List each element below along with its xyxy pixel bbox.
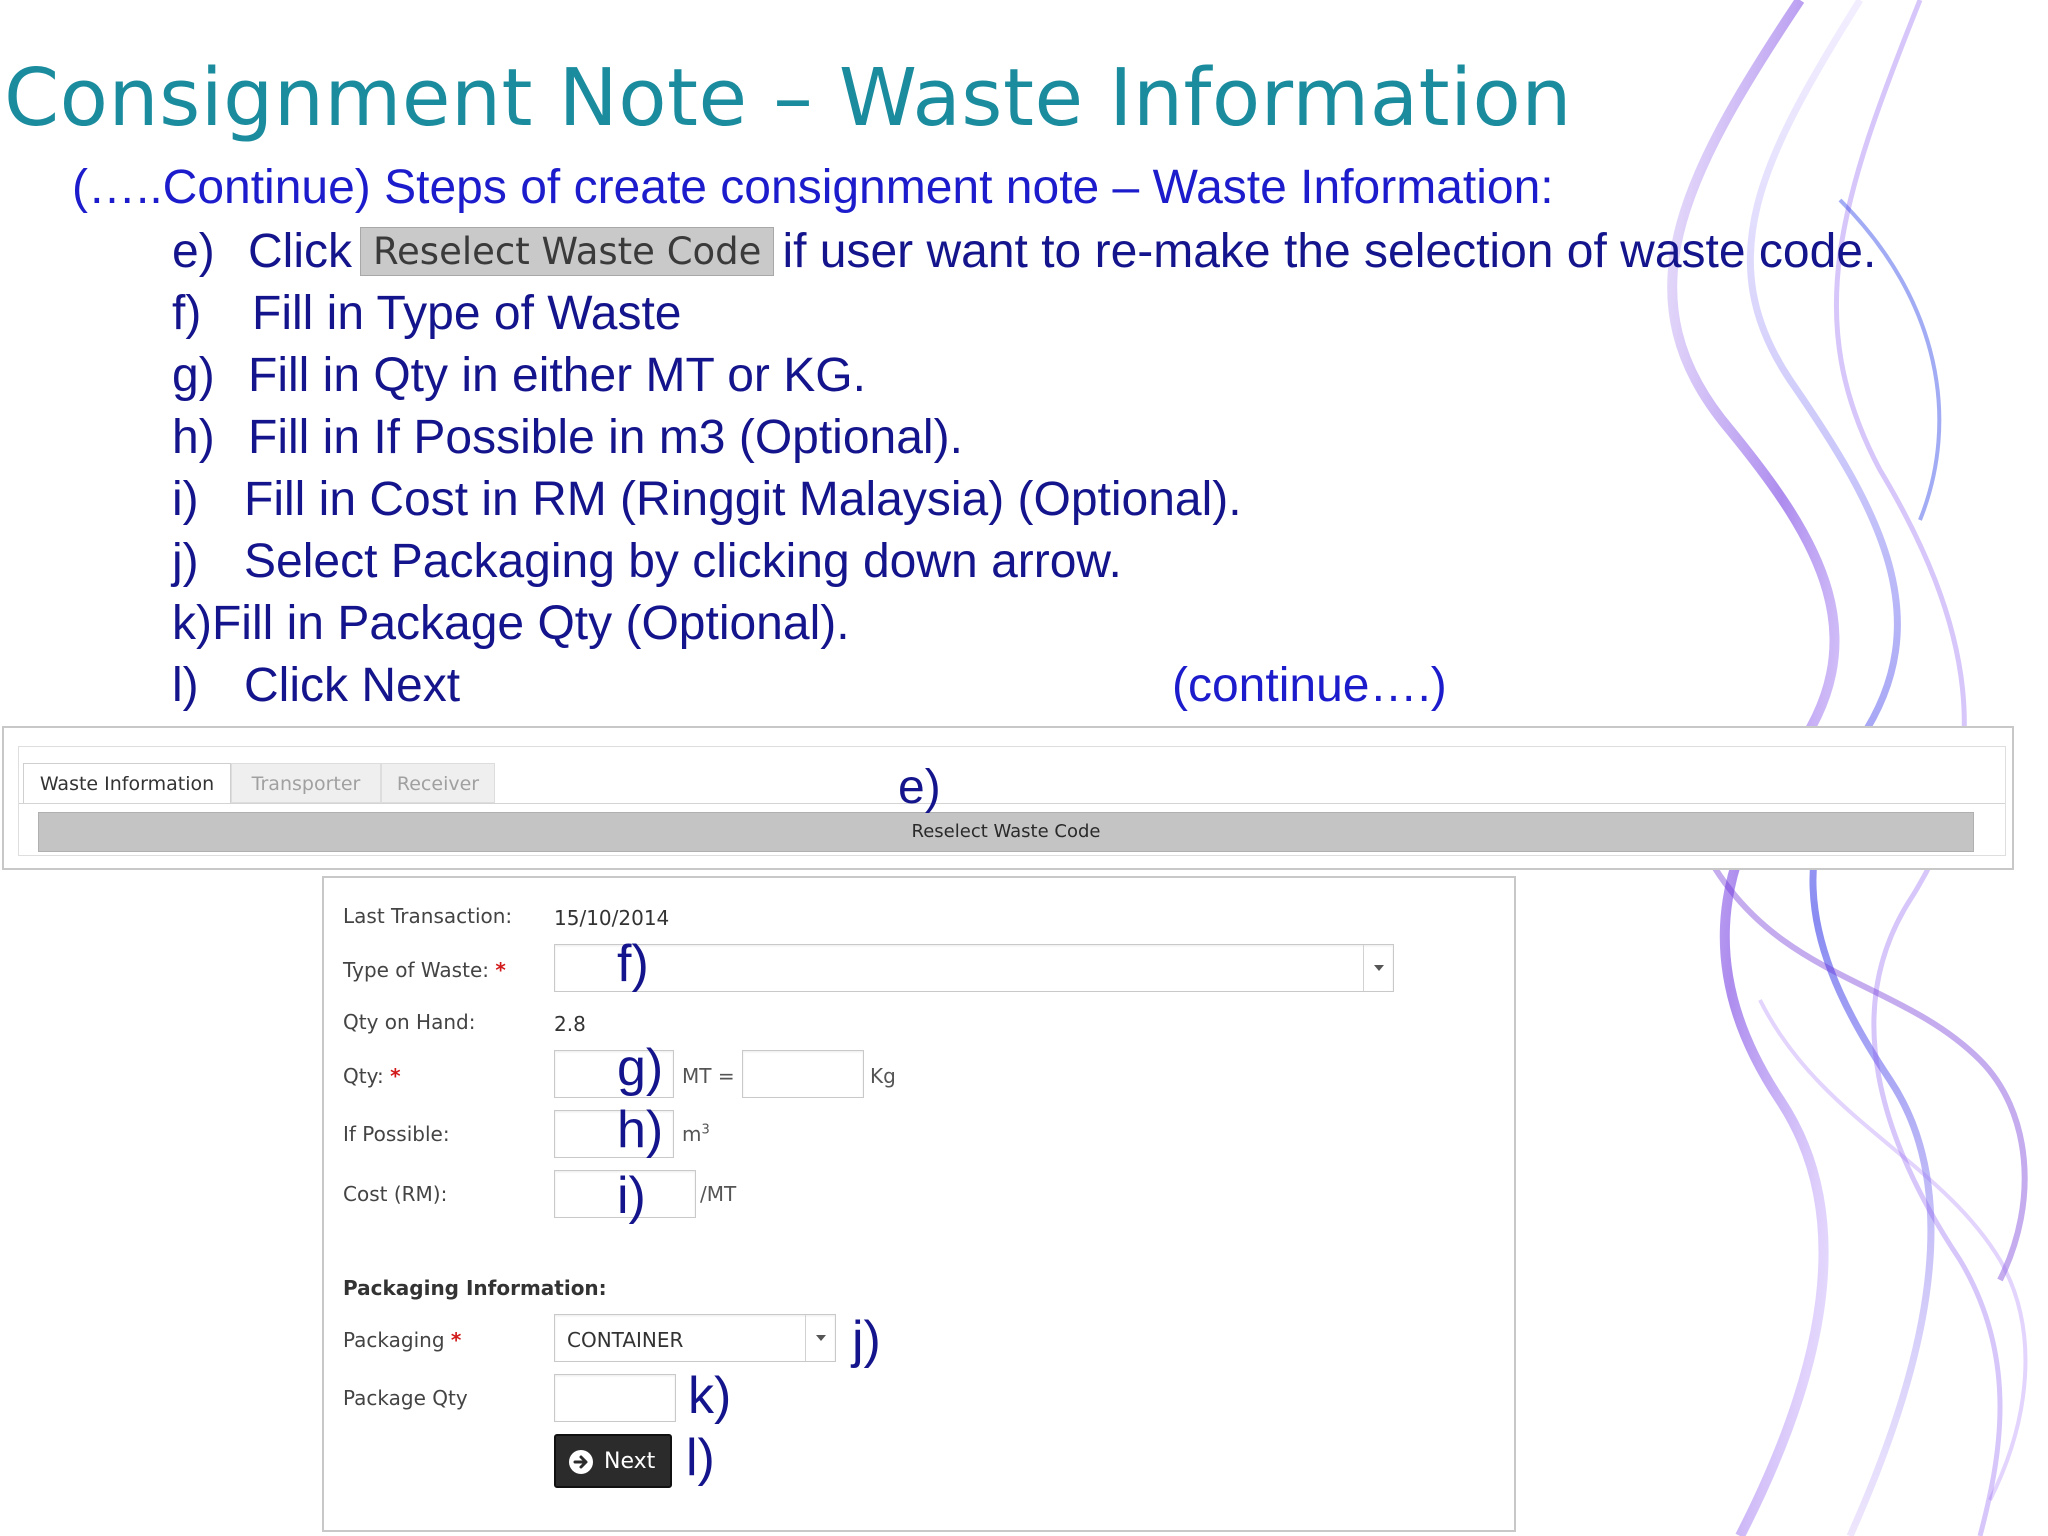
type-of-waste-label: Type of Waste: * <box>343 958 506 982</box>
required-mark: * <box>450 1328 462 1352</box>
step-text: Click <box>248 225 352 278</box>
step-j: j) Select Packaging by clicking down arro… <box>172 534 1122 589</box>
annotation-h: h) <box>617 1101 664 1159</box>
tab-transporter[interactable]: Transporter <box>231 763 381 803</box>
tab-receiver[interactable]: Receiver <box>381 763 495 803</box>
qty-text: Qty: <box>343 1064 384 1088</box>
type-of-waste-text: Type of Waste: <box>343 958 489 982</box>
step-k: k)Fill in Package Qty (Optional). <box>172 596 850 651</box>
required-mark: * <box>495 958 506 982</box>
packaging-value: CONTAINER <box>567 1328 684 1352</box>
step-g: g) Fill in Qty in either MT or KG. <box>172 348 866 403</box>
step-text: Fill in Qty in either MT or KG. <box>248 349 866 402</box>
if-possible-label: If Possible: <box>343 1122 450 1146</box>
step-marker: f) <box>172 287 202 340</box>
step-marker: g) <box>172 349 215 402</box>
annotation-f: f) <box>617 935 649 993</box>
step-text: Fill in Package Qty (Optional). <box>211 597 850 650</box>
packaging-text: Packaging <box>343 1328 445 1352</box>
required-mark: * <box>390 1064 401 1088</box>
unit-m3: m3 <box>682 1122 710 1146</box>
continue-note: (continue….) <box>1172 659 1447 712</box>
step-marker: h) <box>172 411 215 464</box>
step-h: h) Fill in If Possible in m3 (Optional). <box>172 410 963 465</box>
next-label: Next <box>604 1449 656 1474</box>
package-qty-input[interactable] <box>554 1374 676 1422</box>
tabs-divider <box>19 803 2005 804</box>
annotation-j: j) <box>852 1311 881 1369</box>
qty-on-hand-value: 2.8 <box>554 1012 586 1036</box>
unit-m: m <box>682 1122 702 1146</box>
reselect-waste-code-inline-button: Reselect Waste Code <box>360 227 775 276</box>
packaging-label: Packaging * <box>343 1328 461 1352</box>
chevron-down-icon[interactable] <box>805 1315 835 1361</box>
slide-subtitle: (…..Continue) Steps of create consignmen… <box>72 161 1554 214</box>
annotation-g: g) <box>617 1039 664 1097</box>
package-qty-label: Package Qty <box>343 1386 468 1410</box>
step-marker: k) <box>172 597 212 650</box>
next-button[interactable]: Next <box>554 1434 672 1488</box>
unit-mt: MT = <box>682 1064 735 1088</box>
step-i: i) Fill in Cost in RM (Ringgit Malaysia) … <box>172 472 1242 527</box>
unit-kg: Kg <box>870 1064 896 1088</box>
chevron-down-icon[interactable] <box>1363 945 1393 991</box>
packaging-section-title: Packaging Information: <box>343 1276 607 1300</box>
reselect-waste-code-button[interactable]: Reselect Waste Code <box>38 812 1974 852</box>
last-transaction-label: Last Transaction: <box>343 904 513 928</box>
annotation-i: i) <box>617 1167 646 1225</box>
qty-label: Qty: * <box>343 1064 401 1088</box>
packaging-section-text: Packaging Information: <box>343 1276 607 1300</box>
unit-sup: 3 <box>701 1122 710 1138</box>
tab-waste-information[interactable]: Waste Information <box>23 763 231 803</box>
step-text: Fill in If Possible in m3 (Optional). <box>248 411 963 464</box>
qty-kg-input[interactable] <box>742 1050 864 1098</box>
type-of-waste-select[interactable] <box>554 944 1394 992</box>
step-e: e) Click Reselect Waste Code if user want t… <box>172 224 1876 279</box>
qty-on-hand-label: Qty on Hand: <box>343 1010 476 1034</box>
annotation-e: e) <box>898 761 941 814</box>
arrow-right-circle-icon <box>569 1450 593 1474</box>
step-l: l) Click Next <box>172 658 460 713</box>
annotation-k: k) <box>688 1367 732 1425</box>
step-text: Select Packaging by clicking down arrow. <box>244 535 1122 588</box>
step-text: Fill in Cost in RM (Ringgit Malaysia) (O… <box>244 473 1242 526</box>
step-f: f) Fill in Type of Waste <box>172 286 682 341</box>
cost-label: Cost (RM): <box>343 1182 448 1206</box>
slide-title: Consignment Note – Waste Information <box>4 52 1572 144</box>
last-transaction-value: 15/10/2014 <box>554 906 670 930</box>
step-text: Fill in Type of Waste <box>252 287 682 340</box>
step-text-after: if user want to re-make the selection of… <box>782 225 1877 278</box>
step-marker: e) <box>172 225 215 278</box>
step-marker: j) <box>172 535 199 588</box>
step-marker: l) <box>172 659 199 712</box>
step-text: Click Next <box>244 659 461 712</box>
annotation-l: l) <box>686 1429 715 1487</box>
packaging-select[interactable]: CONTAINER <box>554 1314 836 1362</box>
unit-per-mt: /MT <box>700 1182 737 1206</box>
step-marker: i) <box>172 473 199 526</box>
